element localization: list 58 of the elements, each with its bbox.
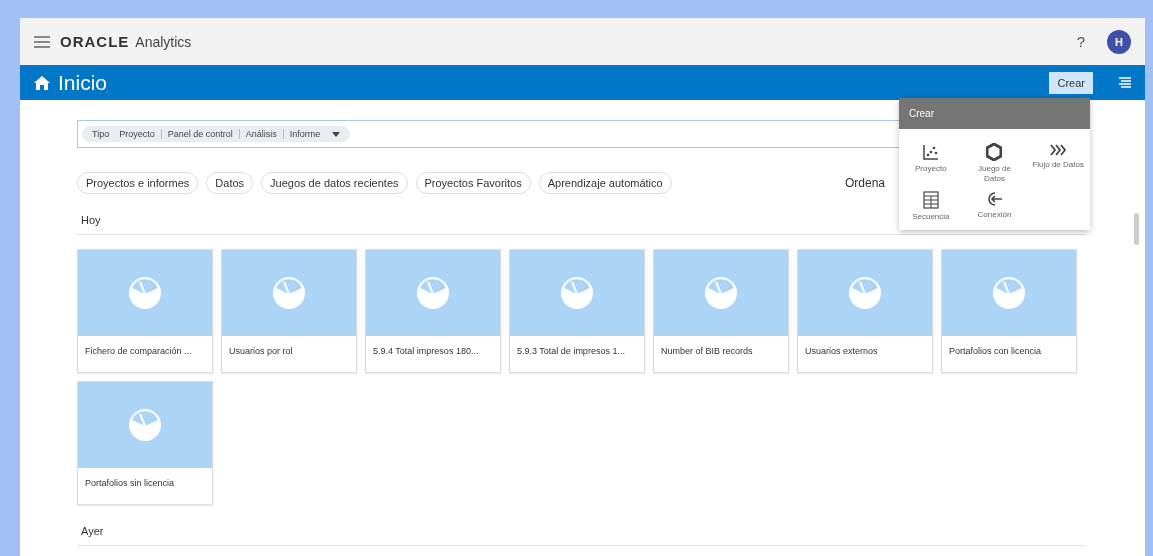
card-title: 5.9.3 Total de impresos 1... xyxy=(516,345,626,358)
project-card[interactable]: Usuarios externos xyxy=(797,249,933,373)
create-button[interactable]: Crear xyxy=(1049,71,1093,94)
filter-chip[interactable]: Proyectos e informes xyxy=(77,172,199,194)
scatter-chart-icon xyxy=(921,143,940,161)
chart-icon xyxy=(128,276,162,310)
filter-chip[interactable]: Proyectos Favoritos xyxy=(415,172,531,194)
filter-chip[interactable]: Aprendizaje automático xyxy=(538,172,672,194)
user-avatar[interactable]: H xyxy=(1107,29,1131,54)
card-title: Portafolios sin licencia xyxy=(84,477,176,490)
sort-label: Ordena xyxy=(844,176,885,190)
filter-label: Tipo xyxy=(92,129,110,139)
chart-icon xyxy=(560,276,594,310)
project-card[interactable]: Number of BIB records xyxy=(653,249,789,373)
help-button[interactable]: ? xyxy=(1076,33,1085,50)
card-title: Portafolios con licencia xyxy=(948,345,1043,358)
home-icon[interactable] xyxy=(34,75,50,90)
menu-item[interactable]: Secuencia xyxy=(904,191,957,222)
filter-option: Proyecto xyxy=(119,129,155,139)
caret-icon xyxy=(332,131,341,137)
filter-chip[interactable]: Juegos de datos recientes xyxy=(261,172,408,194)
scrollbar[interactable] xyxy=(1134,213,1139,245)
section-title: Ayer xyxy=(77,505,1085,546)
project-card[interactable]: Usuarios por rol xyxy=(221,249,357,373)
menu-item[interactable]: Juego de Datos xyxy=(968,143,1021,184)
hexagon-icon xyxy=(986,143,1003,161)
card-title: Number of BIB records xyxy=(660,345,754,358)
menu-icon[interactable] xyxy=(34,35,50,48)
chart-icon xyxy=(848,276,882,310)
menu-title: Crear xyxy=(899,98,1090,129)
project-card[interactable]: Portafolios con licencia xyxy=(941,249,1077,373)
chart-icon xyxy=(416,276,450,310)
filter-option: Análisis xyxy=(245,129,277,139)
product-name: Analytics xyxy=(135,33,192,50)
chart-icon xyxy=(704,276,738,310)
project-card[interactable]: Portafolios sin licencia xyxy=(77,381,213,505)
filter-option: Panel de control xyxy=(167,129,233,139)
list-menu-icon[interactable] xyxy=(1119,76,1131,89)
project-card[interactable]: 5.9.3 Total de impresos 1... xyxy=(509,249,645,373)
menu-item[interactable]: Flujo de Datos xyxy=(1032,143,1085,184)
project-card[interactable]: 5.9.4 Total impresos 180... xyxy=(365,249,501,373)
menu-item[interactable]: Conexión xyxy=(968,191,1021,222)
chart-icon xyxy=(272,276,306,310)
card-title: 5.9.4 Total impresos 180... xyxy=(372,345,480,358)
table-icon xyxy=(922,191,939,210)
chart-icon xyxy=(128,408,162,442)
type-filter[interactable]: Tipo Proyecto Panel de control Análisis Informe xyxy=(82,126,351,142)
filter-option: Informe xyxy=(289,129,321,139)
chevrons-icon xyxy=(1049,143,1068,157)
card-title: Usuarios por rol xyxy=(228,345,294,358)
project-card[interactable]: Fichero de comparación ... xyxy=(77,249,213,373)
card-title: Usuarios externos xyxy=(804,345,879,358)
brand-logo: ORACLE xyxy=(60,33,130,50)
page-title: Inicio xyxy=(58,70,108,95)
chart-icon xyxy=(992,276,1026,310)
menu-item[interactable]: Proyecto xyxy=(904,143,957,184)
filter-chip[interactable]: Datos xyxy=(206,172,254,194)
card-title: Fichero de comparación ... xyxy=(84,345,193,358)
